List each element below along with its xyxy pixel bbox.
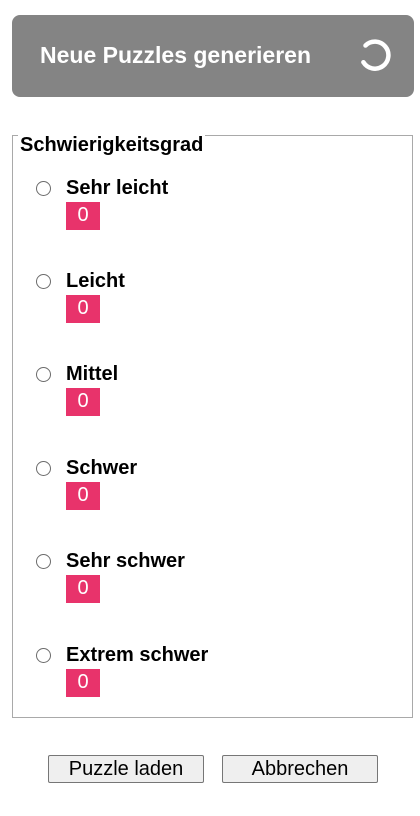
radio-leicht[interactable] xyxy=(36,274,51,289)
option-label: Leicht xyxy=(66,270,125,292)
generate-puzzles-button[interactable]: Neue Puzzles generieren xyxy=(12,15,414,97)
difficulty-option-extrem-schwer[interactable]: Extrem schwer 0 xyxy=(36,643,376,703)
puzzle-count-badge: 0 xyxy=(66,202,100,230)
difficulty-option-leicht[interactable]: Leicht 0 xyxy=(36,269,376,329)
option-label: Sehr leicht xyxy=(66,177,169,199)
generate-puzzles-label: Neue Puzzles generieren xyxy=(40,42,311,68)
load-puzzle-button[interactable]: Puzzle laden xyxy=(48,755,204,783)
puzzle-count-badge: 0 xyxy=(66,388,100,416)
option-label: Sehr schwer xyxy=(66,550,185,572)
loading-spinner-icon xyxy=(361,39,391,71)
difficulty-legend: Schwierigkeitsgrad xyxy=(18,134,206,156)
radio-sehr-schwer[interactable] xyxy=(36,554,51,569)
radio-mittel[interactable] xyxy=(36,367,51,382)
difficulty-option-schwer[interactable]: Schwer 0 xyxy=(36,456,376,516)
option-label: Extrem schwer xyxy=(66,644,209,666)
option-label: Schwer xyxy=(66,457,138,479)
puzzle-count-badge: 0 xyxy=(66,295,100,323)
difficulty-option-mittel[interactable]: Mittel 0 xyxy=(36,362,376,422)
radio-schwer[interactable] xyxy=(36,461,51,476)
difficulty-option-sehr-schwer[interactable]: Sehr schwer 0 xyxy=(36,549,376,609)
option-label: Mittel xyxy=(66,363,119,385)
cancel-button[interactable]: Abbrechen xyxy=(222,755,378,783)
puzzle-count-badge: 0 xyxy=(66,669,100,697)
puzzle-count-badge: 0 xyxy=(66,575,100,603)
radio-sehr-leicht[interactable] xyxy=(36,181,51,196)
difficulty-option-sehr-leicht[interactable]: Sehr leicht 0 xyxy=(36,176,376,236)
puzzle-count-badge: 0 xyxy=(66,482,100,510)
radio-extrem-schwer[interactable] xyxy=(36,648,51,663)
